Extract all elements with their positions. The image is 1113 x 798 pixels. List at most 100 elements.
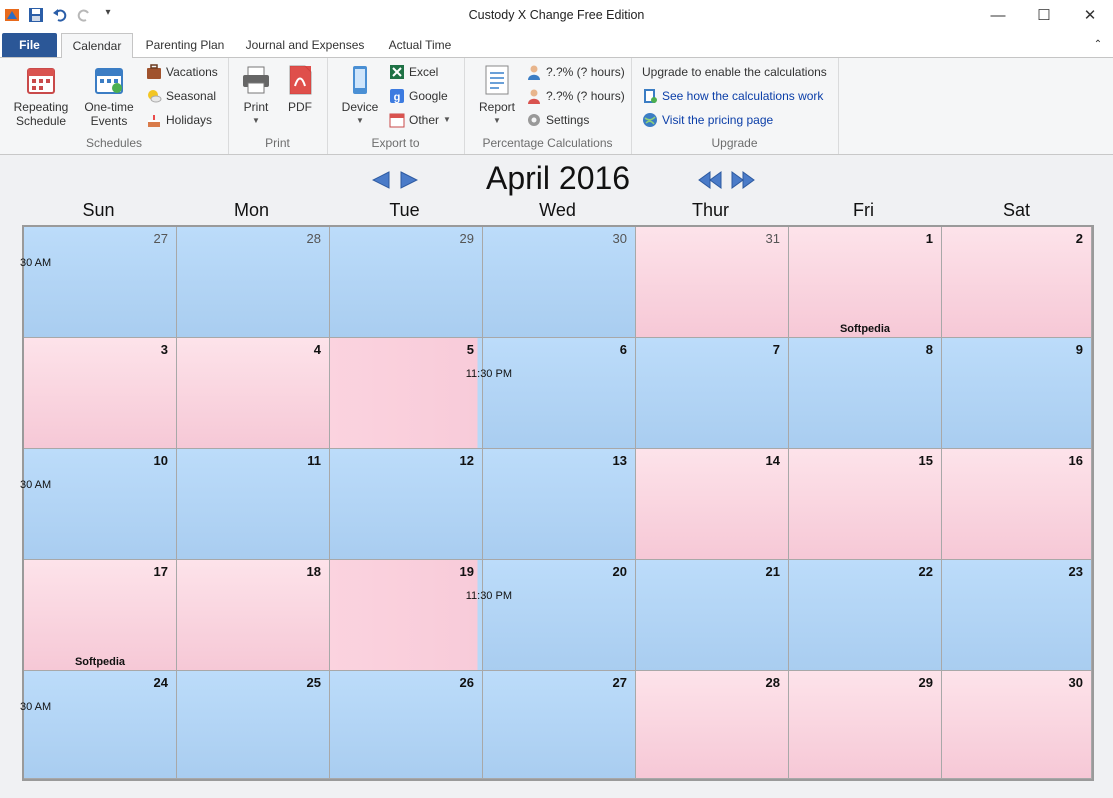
- calculations-link[interactable]: See how the calculations work: [642, 86, 823, 106]
- parent-2-percentage-label: ?.?% (? hours): [546, 89, 625, 103]
- person-pink-icon: [526, 88, 542, 104]
- event-label[interactable]: Softpedia: [789, 323, 941, 335]
- print-button[interactable]: Print ▼: [236, 64, 276, 128]
- report-button[interactable]: Report ▼: [474, 64, 520, 128]
- other-export-button[interactable]: Other ▼: [389, 110, 451, 130]
- day-cell[interactable]: 5 11:30 PM: [330, 338, 512, 449]
- day-cell[interactable]: 17 Softpedia: [24, 560, 177, 671]
- minimize-button[interactable]: —: [975, 0, 1021, 30]
- day-cell[interactable]: 22: [789, 560, 942, 671]
- day-cell[interactable]: 11: [177, 449, 330, 560]
- day-number: 23: [1068, 564, 1083, 579]
- day-number: 28: [765, 675, 780, 690]
- info-book-icon: [642, 88, 658, 104]
- day-number: 11: [307, 453, 321, 468]
- day-cell[interactable]: 29: [330, 227, 483, 338]
- other-label: Other: [409, 113, 440, 127]
- day-cell[interactable]: 31: [636, 227, 789, 338]
- day-cell[interactable]: 28: [636, 671, 789, 779]
- event-label[interactable]: Softpedia: [24, 656, 176, 668]
- day-cell[interactable]: 23: [942, 560, 1092, 671]
- day-cell[interactable]: 18: [177, 560, 330, 671]
- day-cell[interactable]: 26: [330, 671, 483, 779]
- day-cell[interactable]: 19 11:30 PM: [330, 560, 512, 671]
- seasonal-label: Seasonal: [166, 89, 217, 103]
- export-group-label: Export to: [371, 136, 420, 150]
- next-month-button[interactable]: [400, 171, 419, 189]
- prev-month-button[interactable]: [371, 171, 390, 189]
- tab-parenting-plan[interactable]: Parenting Plan: [139, 33, 231, 57]
- excel-button[interactable]: Excel: [389, 62, 438, 82]
- next-year-button[interactable]: [731, 171, 755, 189]
- print-group-label: Print: [265, 136, 290, 150]
- tab-calendar[interactable]: Calendar: [61, 33, 133, 58]
- print-label: Print: [243, 100, 269, 114]
- day-cell[interactable]: 1 Softpedia: [789, 227, 942, 338]
- day-number: 30: [1068, 675, 1083, 690]
- day-number: 5: [466, 342, 474, 357]
- day-cell[interactable]: 25: [177, 671, 330, 779]
- day-cell[interactable]: 30: [483, 227, 636, 338]
- day-cell[interactable]: 12: [330, 449, 483, 560]
- pricing-link[interactable]: Visit the pricing page: [642, 110, 773, 130]
- day-cell[interactable]: 29: [789, 671, 942, 779]
- day-cell[interactable]: 20: [483, 560, 636, 671]
- google-label: Google: [409, 89, 448, 103]
- day-number: 2: [1075, 231, 1083, 246]
- day-cell[interactable]: 16: [942, 449, 1092, 560]
- tab-actual-time[interactable]: Actual Time: [378, 33, 462, 57]
- day-number: 22: [918, 564, 933, 579]
- prev-year-button[interactable]: [698, 171, 722, 189]
- settings-label: Settings: [546, 113, 590, 127]
- day-cell[interactable]: 21: [636, 560, 789, 671]
- device-button[interactable]: Device ▼: [335, 64, 385, 128]
- vacations-button[interactable]: Vacations: [146, 62, 218, 82]
- day-cell[interactable]: 28: [177, 227, 330, 338]
- day-cell[interactable]: 27: [483, 671, 636, 779]
- day-cell[interactable]: 14: [636, 449, 789, 560]
- day-cell[interactable]: 7: [636, 338, 789, 449]
- one-time-events-button[interactable]: One-time Events: [78, 64, 140, 128]
- maximize-button[interactable]: ☐: [1021, 0, 1067, 30]
- tab-file[interactable]: File: [2, 33, 57, 57]
- person-blue-icon: [526, 64, 542, 80]
- day-cell[interactable]: 4: [177, 338, 330, 449]
- group-export: Device ▼ Excel g Google Other ▼ Export t…: [327, 58, 465, 154]
- title-bar: ▾ Custody X Change Free Edition — ☐ ✕: [0, 0, 1113, 32]
- day-cell[interactable]: 15: [789, 449, 942, 560]
- day-cell[interactable]: 30: [942, 671, 1092, 779]
- day-number: 27: [153, 231, 168, 246]
- globe-icon: [642, 112, 658, 128]
- exchange-time-label: 11:30 PM: [465, 368, 512, 380]
- day-cell[interactable]: 24 30 AM: [20, 671, 177, 779]
- day-cell[interactable]: 27 30 AM: [20, 227, 177, 338]
- one-time-events-label: One-time Events: [84, 100, 134, 128]
- day-cell[interactable]: 2: [942, 227, 1092, 338]
- repeating-schedule-button[interactable]: Repeating Schedule: [8, 64, 74, 128]
- collapse-ribbon-icon[interactable]: ⌃: [1090, 33, 1106, 57]
- day-number: 29: [459, 231, 474, 246]
- day-number: 28: [306, 231, 321, 246]
- arrow-right-icon: [400, 171, 419, 189]
- seasonal-button[interactable]: Seasonal: [146, 86, 216, 106]
- upgrade-notice: Upgrade to enable the calculations: [642, 65, 827, 79]
- close-button[interactable]: ✕: [1067, 0, 1113, 30]
- upgrade-group-label: Upgrade: [711, 136, 758, 150]
- day-number: 25: [306, 675, 321, 690]
- tab-journal-expenses[interactable]: Journal and Expenses: [240, 33, 370, 57]
- day-cell[interactable]: 3: [24, 338, 177, 449]
- day-cell[interactable]: 6: [483, 338, 636, 449]
- day-cell[interactable]: 9: [942, 338, 1092, 449]
- day-cell[interactable]: 8: [789, 338, 942, 449]
- google-button[interactable]: g Google: [389, 86, 448, 106]
- pdf-button[interactable]: PDF: [280, 64, 320, 114]
- settings-button[interactable]: Settings: [526, 110, 589, 130]
- day-number: 19: [459, 564, 474, 579]
- parent-1-percentage: ?.?% (? hours): [526, 62, 625, 82]
- day-cell[interactable]: 10 30 AM: [20, 449, 177, 560]
- day-cell[interactable]: 13: [483, 449, 636, 560]
- calendar-repeat-icon: [25, 64, 57, 96]
- device-label: Device: [341, 100, 379, 114]
- holidays-button[interactable]: Holidays: [146, 110, 212, 130]
- holidays-label: Holidays: [166, 113, 213, 127]
